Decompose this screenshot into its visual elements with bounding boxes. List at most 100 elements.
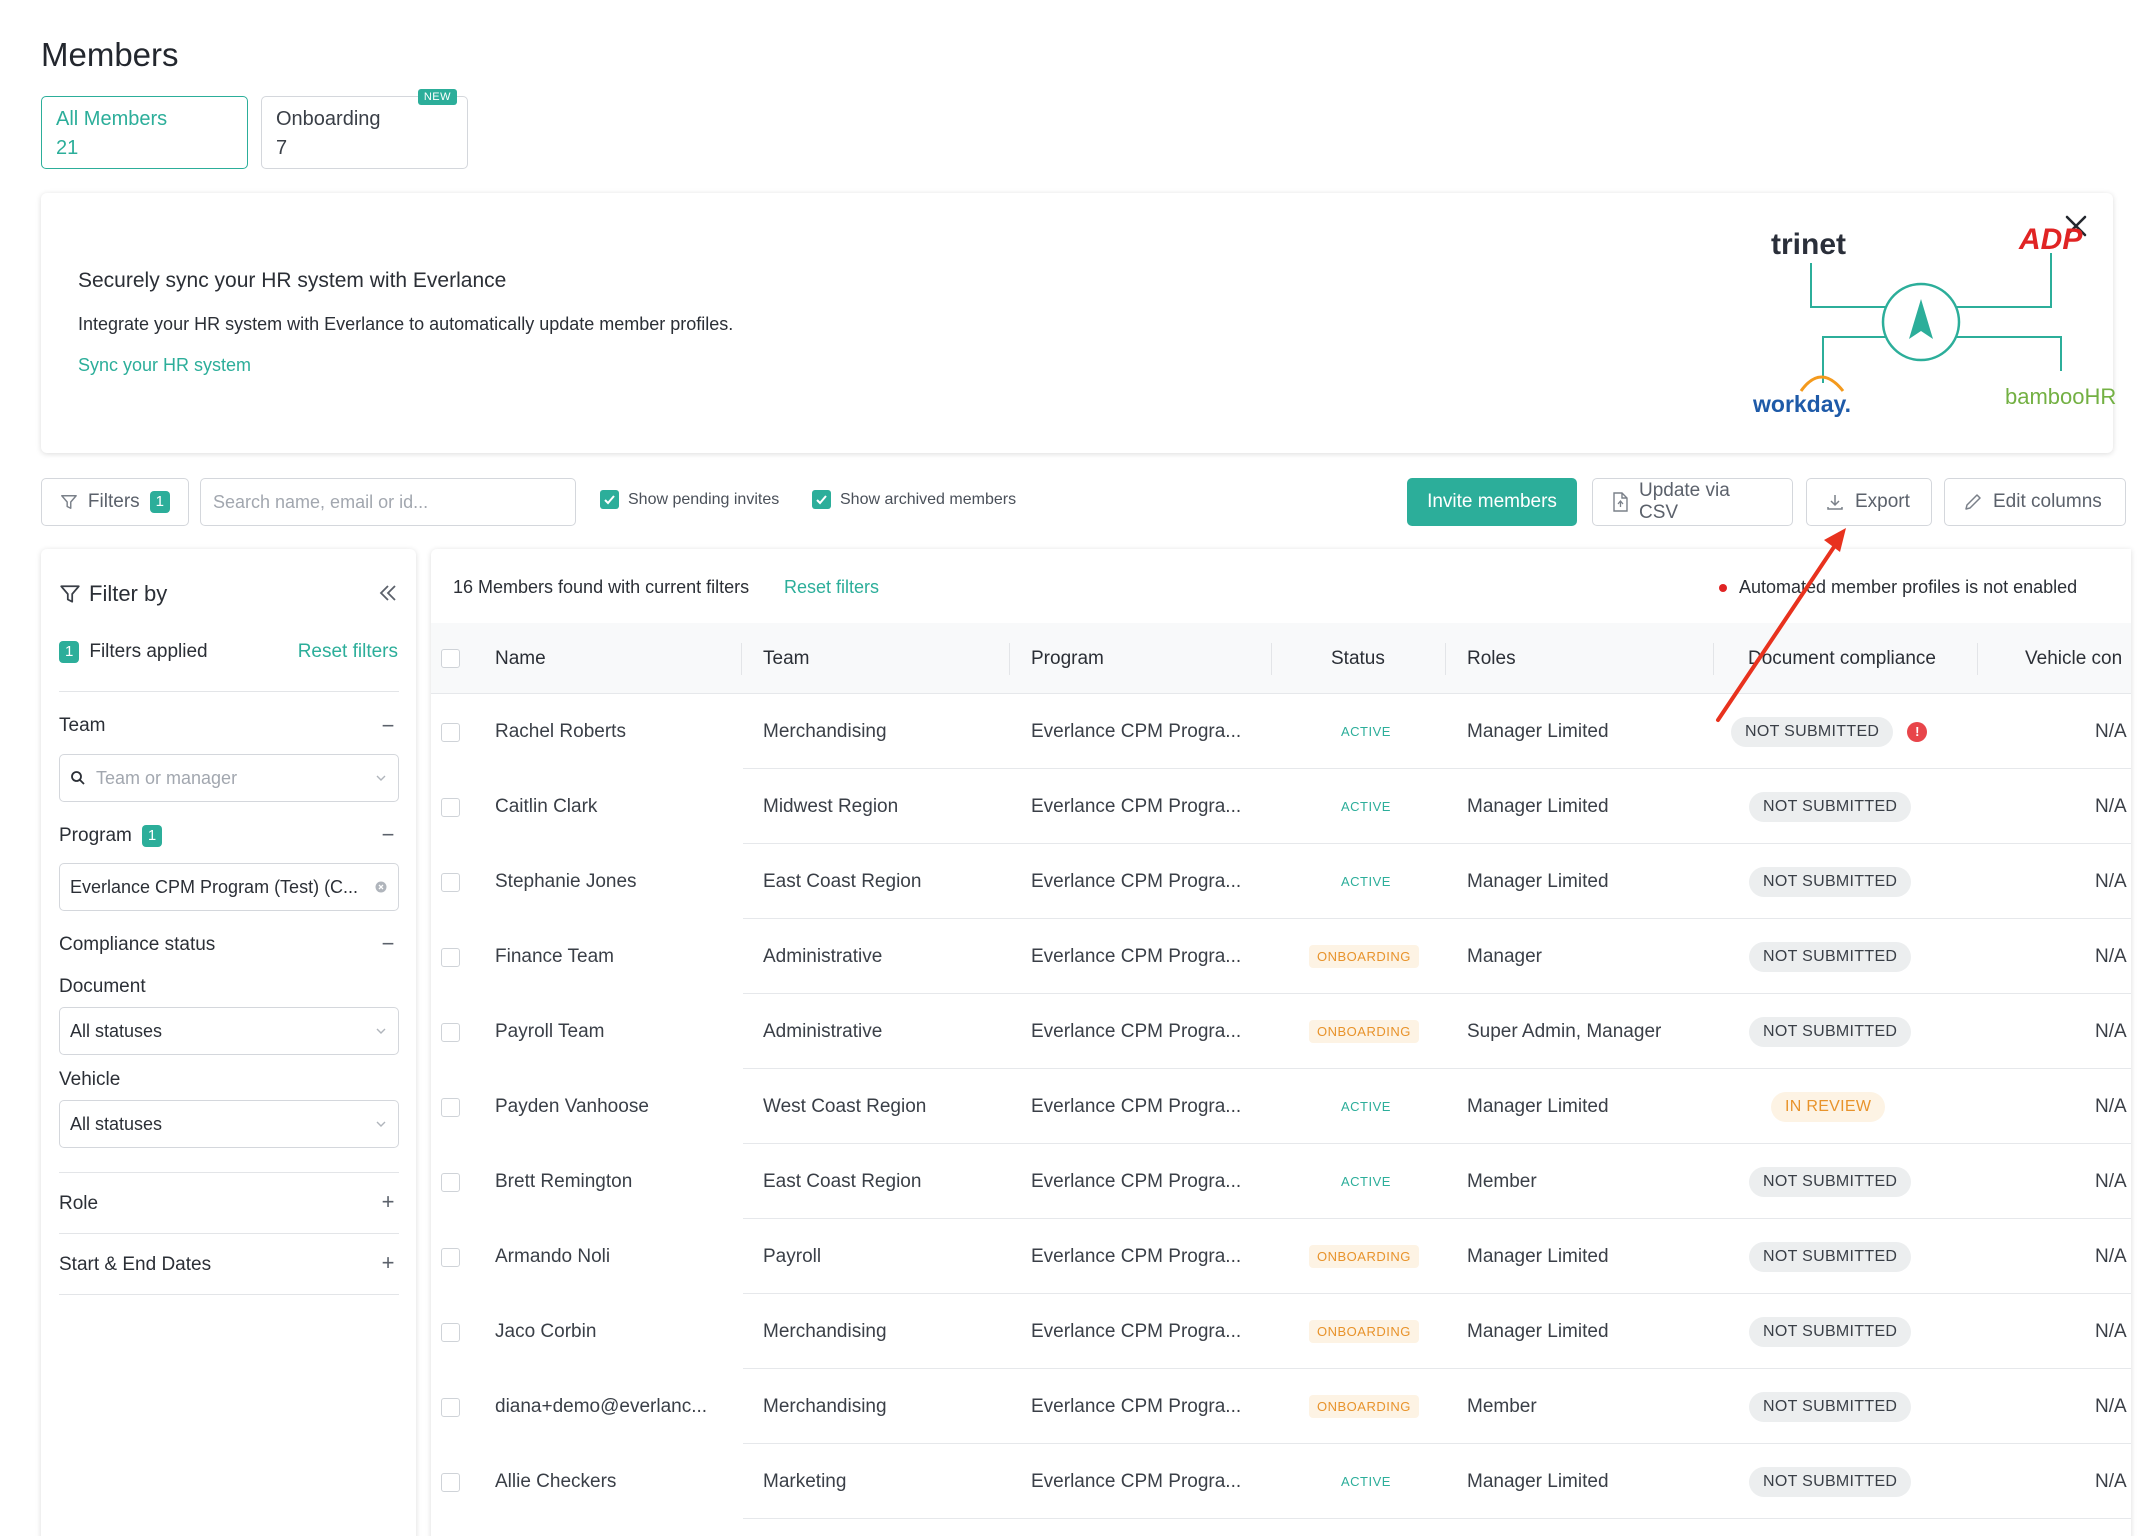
member-name[interactable]: Caitlin Clark xyxy=(495,769,597,844)
show-pending-label: Show pending invites xyxy=(628,490,780,508)
filters-count-badge: 1 xyxy=(149,491,170,513)
tab-count: 7 xyxy=(276,137,288,159)
tab-label: All Members xyxy=(56,108,168,130)
row-checkbox[interactable] xyxy=(441,723,460,742)
member-name[interactable]: Payden Vanhoose xyxy=(495,1069,649,1144)
team-select[interactable]: Team or manager xyxy=(59,754,399,802)
table-row[interactable]: Brett Remington East Coast Region Everlanc… xyxy=(431,1144,2131,1219)
show-archived-checkbox[interactable]: Show archived members xyxy=(812,490,1016,509)
row-checkbox[interactable] xyxy=(441,948,460,967)
column-header-document-compliance[interactable]: Document compliance xyxy=(1748,623,1936,694)
row-checkbox[interactable] xyxy=(441,873,460,892)
member-name[interactable]: Finance Team xyxy=(495,919,614,994)
tab-onboarding[interactable]: NEW Onboarding 7 xyxy=(261,89,468,169)
row-checkbox[interactable] xyxy=(441,1173,460,1192)
column-separator xyxy=(1713,643,1714,675)
column-header-roles[interactable]: Roles xyxy=(1467,623,1516,694)
document-compliance-cell: NOT SUBMITTED xyxy=(1749,919,1912,994)
member-roles: Super Admin, Manager xyxy=(1467,1020,1662,1042)
row-checkbox[interactable] xyxy=(441,1323,460,1342)
show-pending-checkbox[interactable]: Show pending invites xyxy=(600,490,779,509)
member-team: Midwest Region xyxy=(763,795,899,817)
row-checkbox[interactable] xyxy=(441,1248,460,1267)
edit-columns-button[interactable]: Edit columns xyxy=(1944,478,2126,526)
row-checkbox[interactable] xyxy=(441,1098,460,1117)
update-csv-label: Update via CSV xyxy=(1638,480,1730,523)
export-label: Export xyxy=(1855,491,1910,512)
collapse-double-chevron-icon[interactable] xyxy=(376,581,400,605)
update-via-csv-button[interactable]: Update via CSV xyxy=(1592,478,1793,526)
member-program: Everlance CPM Progra... xyxy=(1031,795,1242,817)
vehicle-label: Vehicle xyxy=(59,1069,121,1090)
member-name[interactable]: diana+demo@everlanc... xyxy=(495,1369,707,1444)
table-row[interactable]: diana+demo@everlanc... Merchandising Everl… xyxy=(431,1369,2131,1444)
table-row[interactable]: Caitlin Clark Midwest Region Everlance CPM… xyxy=(431,769,2131,844)
vehicle-compliance: N/A xyxy=(2095,1170,2127,1192)
member-program: Everlance CPM Progra... xyxy=(1031,1395,1242,1417)
vehicle-compliance: N/A xyxy=(2095,870,2127,892)
document-compliance-cell: NOT SUBMITTED xyxy=(1749,1294,1912,1369)
table-row[interactable]: Payden Vanhoose West Coast Region Everlanc… xyxy=(431,1069,2131,1144)
sidebar-reset-filters[interactable]: Reset filters xyxy=(298,641,398,663)
sync-hr-link[interactable]: Sync your HR system xyxy=(78,355,251,376)
select-all-checkbox[interactable] xyxy=(441,649,460,668)
status-badge: ACTIVE xyxy=(1341,1474,1391,1489)
role-expand-toggle[interactable]: + xyxy=(378,1189,398,1215)
banner-description: Integrate your HR system with Everlance … xyxy=(78,314,734,334)
vehicle-status-select[interactable]: All statuses xyxy=(59,1100,399,1148)
team-placeholder: Team or manager xyxy=(96,767,238,788)
download-icon xyxy=(1827,495,1843,510)
export-button[interactable]: Export xyxy=(1806,478,1932,526)
column-header-status[interactable]: Status xyxy=(1331,623,1385,694)
row-checkbox[interactable] xyxy=(441,1473,460,1492)
table-row[interactable]: Allie Checkers Marketing Everlance CPM Pro… xyxy=(431,1444,2131,1519)
member-name[interactable]: Allie Checkers xyxy=(495,1444,616,1519)
vehicle-compliance: N/A xyxy=(2095,1020,2127,1042)
member-team: West Coast Region xyxy=(763,1095,927,1117)
column-separator xyxy=(1977,643,1978,675)
table-row[interactable]: Jaco Corbin Merchandising Everlance CPM Pr… xyxy=(431,1294,2131,1369)
program-select[interactable]: Everlance CPM Program (Test) (C... xyxy=(59,863,399,911)
row-checkbox[interactable] xyxy=(441,1023,460,1042)
column-header-program[interactable]: Program xyxy=(1031,623,1104,694)
search-icon xyxy=(71,771,85,785)
workday-logo: workday. xyxy=(1752,391,1851,417)
table-row[interactable]: Finance Team Administrative Everlance CPM … xyxy=(431,919,2131,994)
member-name[interactable]: Brett Remington xyxy=(495,1144,632,1219)
team-collapse-toggle[interactable]: − xyxy=(378,713,398,739)
status-badge: ONBOARDING xyxy=(1309,1245,1419,1268)
member-roles: Manager Limited xyxy=(1467,720,1609,742)
tab-all-members[interactable]: All Members 21 xyxy=(41,96,248,169)
member-name[interactable]: Jaco Corbin xyxy=(495,1294,596,1369)
status-cell: ONBOARDING xyxy=(1309,1294,1419,1369)
member-name[interactable]: Rachel Roberts xyxy=(495,694,626,769)
document-status-select[interactable]: All statuses xyxy=(59,1007,399,1055)
member-name[interactable]: Armando Noli xyxy=(495,1219,610,1294)
row-checkbox[interactable] xyxy=(441,1398,460,1417)
row-checkbox[interactable] xyxy=(441,798,460,817)
search-input[interactable] xyxy=(200,478,576,526)
column-header-name[interactable]: Name xyxy=(495,623,546,694)
member-roles: Manager xyxy=(1467,945,1542,967)
column-header-team[interactable]: Team xyxy=(763,623,809,694)
status-cell: ACTIVE xyxy=(1333,769,1399,844)
table-row[interactable]: Rachel Roberts Merchandising Everlance CPM… xyxy=(431,694,2131,769)
table-row[interactable]: Payroll Team Administrative Everlance CPM … xyxy=(431,994,2131,1069)
table-reset-filters[interactable]: Reset filters xyxy=(784,577,879,598)
banner-title: Securely sync your HR system with Everla… xyxy=(78,269,507,292)
vehicle-compliance: N/A xyxy=(2095,1320,2127,1342)
member-name[interactable]: Stephanie Jones xyxy=(495,844,637,919)
column-header-vehicle-compliance[interactable]: Vehicle con xyxy=(2025,623,2122,694)
program-collapse-toggle[interactable]: − xyxy=(378,822,398,848)
status-cell: ONBOARDING xyxy=(1309,1219,1419,1294)
document-compliance-cell: NOT SUBMITTED xyxy=(1749,844,1912,919)
table-row[interactable]: Stephanie Jones East Coast Region Everlanc… xyxy=(431,844,2131,919)
document-compliance-cell: IN REVIEW xyxy=(1771,1069,1886,1144)
compliance-collapse-toggle[interactable]: − xyxy=(378,931,398,957)
member-name[interactable]: Payroll Team xyxy=(495,994,604,1069)
filters-button[interactable]: Filters 1 xyxy=(41,478,189,526)
clear-icon[interactable] xyxy=(374,880,388,894)
dates-expand-toggle[interactable]: + xyxy=(378,1250,398,1276)
table-row[interactable]: Armando Noli Payroll Everlance CPM Progra.… xyxy=(431,1219,2131,1294)
invite-members-button[interactable]: Invite members xyxy=(1407,478,1577,526)
